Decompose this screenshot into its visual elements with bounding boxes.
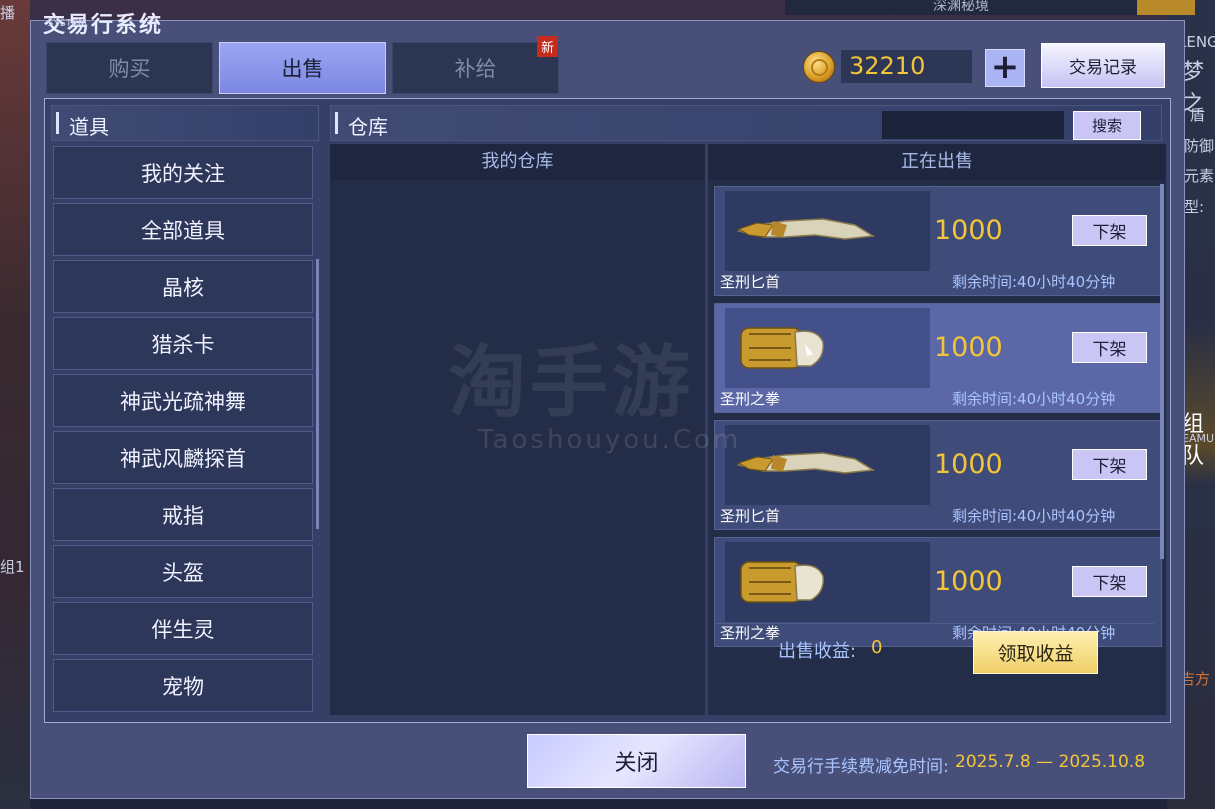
- category-item[interactable]: 我的关注: [53, 146, 313, 199]
- category-list: 我的关注 全部道具 晶核 猎杀卡 神武光疏神舞 神武风麟探首 戒指 头盔 伴生灵…: [53, 146, 313, 716]
- claim-earnings-button[interactable]: 领取收益: [973, 631, 1098, 674]
- listing-row[interactable]: 1000 下架 圣刑之拳 剩余时间:40小时40分钟: [714, 303, 1162, 413]
- trade-record-button[interactable]: 交易记录: [1041, 43, 1165, 88]
- unlist-button[interactable]: 下架: [1072, 566, 1147, 597]
- earnings-divider: [714, 623, 1154, 624]
- tab-supply[interactable]: 补给 新: [392, 36, 559, 94]
- window-subtitle: SYSTEM: [47, 18, 87, 29]
- selling-title: 正在出售: [708, 144, 1166, 180]
- search-input[interactable]: [882, 111, 1064, 139]
- listing-price: 1000: [934, 215, 1003, 246]
- item-thumbnail: [725, 542, 930, 622]
- selling-scrollbar[interactable]: [1160, 184, 1164, 559]
- top-region-label: 深渊秘境: [785, 0, 1137, 15]
- close-button[interactable]: 关闭: [527, 734, 746, 788]
- category-item[interactable]: 戒指: [53, 488, 313, 541]
- warehouse-header: 仓库 搜索: [330, 105, 1162, 141]
- top-right-ornament: [1137, 0, 1195, 15]
- earnings-value: 0: [871, 637, 883, 658]
- category-header-title: 道具: [69, 115, 109, 139]
- header-accent-bar: [335, 112, 338, 134]
- gauntlet-icon: [740, 561, 824, 603]
- tab-sell[interactable]: 出售: [219, 42, 386, 94]
- bg-text-right-5: 元素: [1184, 167, 1215, 185]
- tab-buy-label: 购买: [108, 57, 151, 81]
- bg-text-right-8: EAMU: [1182, 432, 1215, 445]
- tab-sell-label: 出售: [281, 57, 324, 81]
- fee-waiver-label: 交易行手续费减免时间:: [773, 757, 949, 777]
- listing-row[interactable]: 1000 下架 圣刑匕首 剩余时间:40小时40分钟: [714, 186, 1162, 296]
- category-scrollbar[interactable]: [316, 259, 319, 529]
- unlist-button[interactable]: 下架: [1072, 449, 1147, 480]
- category-header: 道具: [51, 105, 319, 141]
- category-item[interactable]: 猎杀卡: [53, 317, 313, 370]
- tab-supply-label: 补给: [454, 57, 497, 81]
- category-item[interactable]: 头盔: [53, 545, 313, 598]
- unlist-button[interactable]: 下架: [1072, 215, 1147, 246]
- bg-text-left-top: 播: [0, 4, 16, 22]
- dagger-icon: [736, 218, 876, 240]
- bg-text-right-3: 盾: [1190, 106, 1206, 124]
- tab-buy[interactable]: 购买: [46, 42, 213, 94]
- earnings-label: 出售收益:: [778, 641, 857, 662]
- category-item[interactable]: 全部道具: [53, 203, 313, 256]
- listing-remaining-time: 剩余时间:40小时40分钟: [952, 390, 1116, 408]
- listing-item-name: 圣刑匕首: [720, 507, 781, 525]
- category-item[interactable]: 宠物: [53, 659, 313, 712]
- listing-row[interactable]: 1000 下架 圣刑匕首 剩余时间:40小时40分钟: [714, 420, 1162, 530]
- listing-remaining-time: 剩余时间:40小时40分钟: [952, 507, 1116, 525]
- watermark-url: Taoshouyou.Com: [478, 425, 742, 455]
- category-item[interactable]: 神武光疏神舞: [53, 374, 313, 427]
- gold-amount: 32210: [841, 50, 972, 83]
- gauntlet-icon: [740, 327, 824, 369]
- search-button[interactable]: 搜索: [1073, 111, 1141, 140]
- item-thumbnail: [725, 191, 930, 271]
- bg-text-right-6: 型:: [1184, 198, 1205, 216]
- selling-panel: 正在出售 1000 下架 圣刑匕首 剩余时间:40小时40分钟 1000 下架 …: [708, 144, 1166, 715]
- listing-price: 1000: [934, 449, 1003, 480]
- bg-text-right-4: 防御: [1184, 137, 1215, 155]
- listing-price: 1000: [934, 332, 1003, 363]
- plus-icon: +: [990, 47, 1020, 87]
- item-thumbnail: [725, 425, 930, 505]
- watermark-logo: 淘手游: [448, 338, 695, 428]
- category-item[interactable]: 伴生灵: [53, 602, 313, 655]
- category-item[interactable]: 晶核: [53, 260, 313, 313]
- item-thumbnail: [725, 308, 930, 388]
- listing-remaining-time: 剩余时间:40小时40分钟: [952, 273, 1116, 291]
- category-item[interactable]: 神武风麟探首: [53, 431, 313, 484]
- bg-text-left-mid: 组1: [0, 558, 25, 576]
- add-gold-button[interactable]: +: [985, 49, 1025, 87]
- fee-waiver-dates: 2025.7.8 — 2025.10.8: [955, 752, 1146, 772]
- header-accent-bar: [56, 112, 59, 134]
- background-left-scene: [0, 0, 30, 809]
- dagger-icon: [736, 452, 876, 474]
- warehouse-header-title: 仓库: [348, 115, 388, 139]
- listing-item-name: 圣刑之拳: [720, 624, 781, 642]
- listing-item-name: 圣刑匕首: [720, 273, 781, 291]
- unlist-button[interactable]: 下架: [1072, 332, 1147, 363]
- gold-coin-icon: [803, 51, 835, 83]
- new-badge: 新: [537, 36, 558, 57]
- listing-item-name: 圣刑之拳: [720, 390, 781, 408]
- listing-price: 1000: [934, 566, 1003, 597]
- my-warehouse-title: 我的仓库: [330, 144, 705, 180]
